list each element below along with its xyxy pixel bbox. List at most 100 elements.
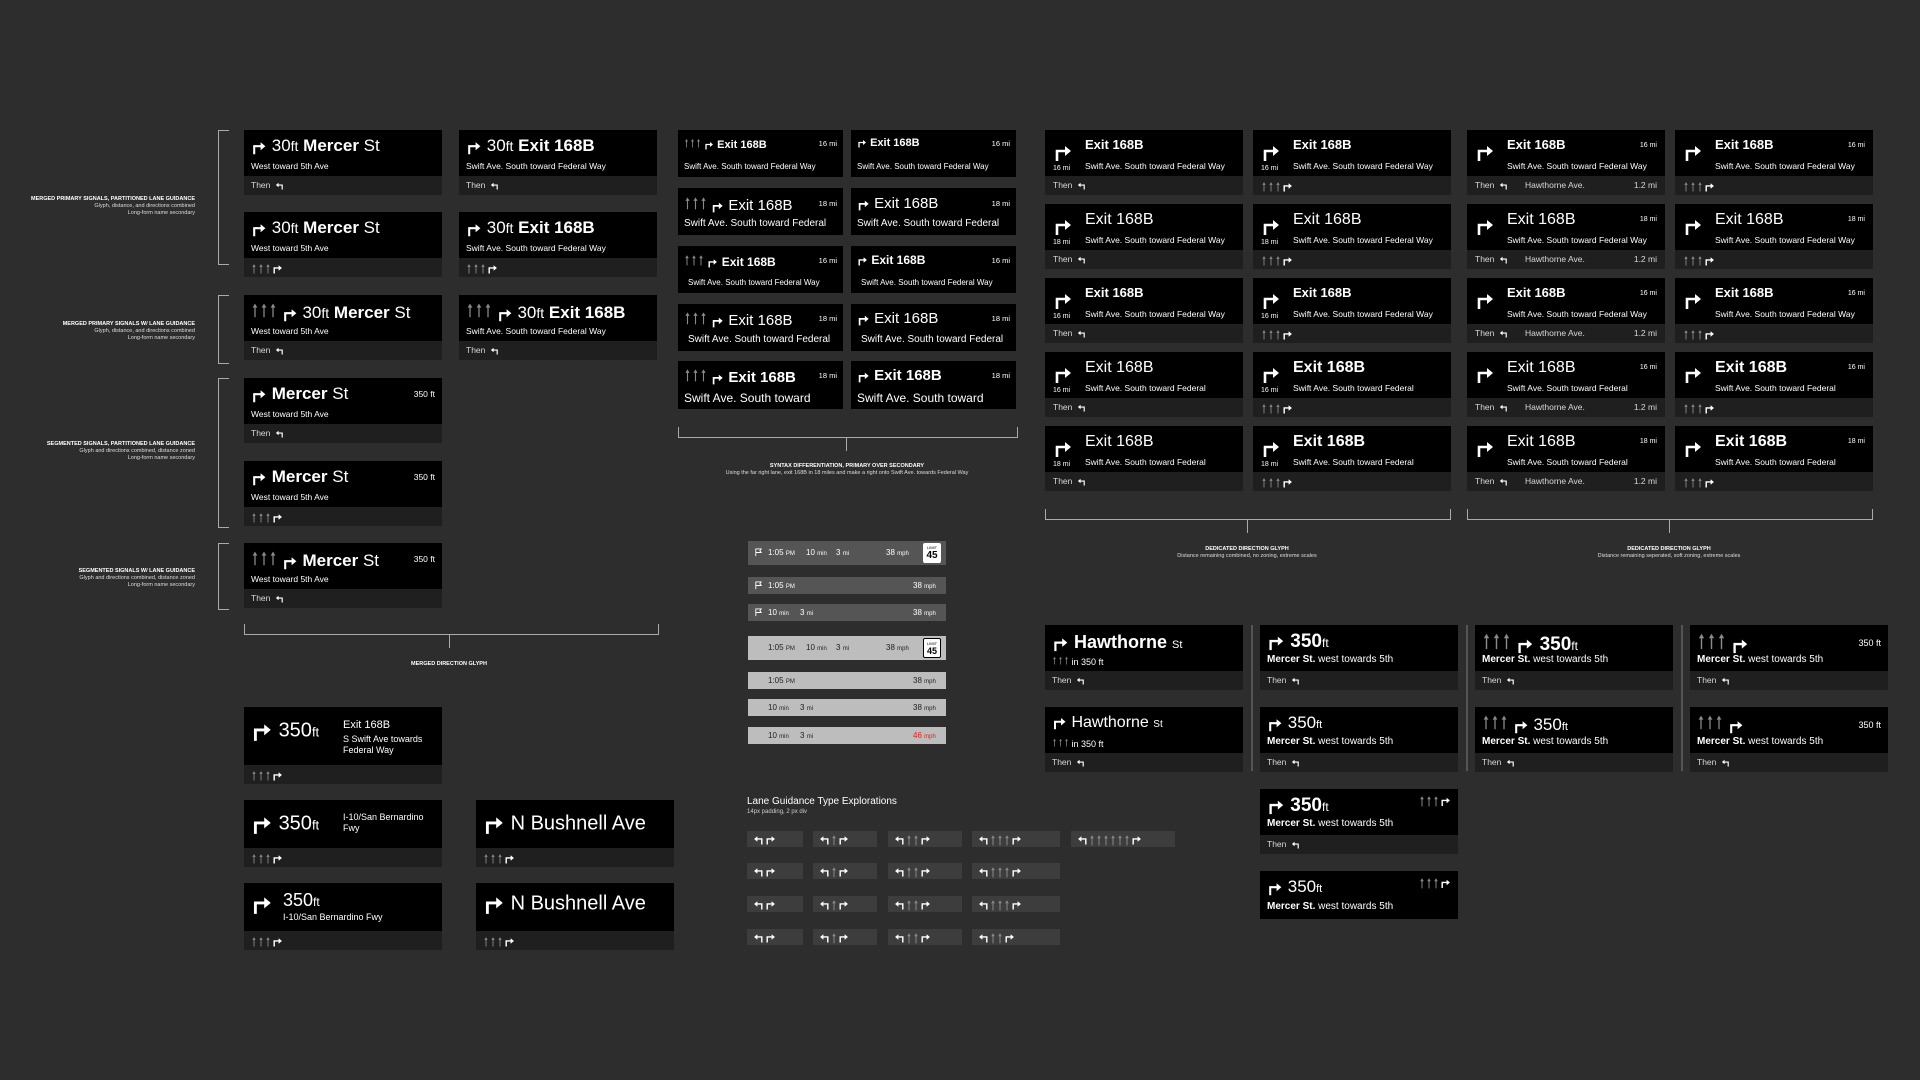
- nav-card[interactable]: 30ft Mercer St West toward 5th Ave: [244, 130, 442, 176]
- nav-card[interactable]: Mercer St 350 ft West toward 5th Ave: [244, 461, 442, 507]
- turn-right-icon: [857, 255, 868, 266]
- nav-card[interactable]: 30ft Exit 168B Swift Ave. South toward F…: [459, 130, 657, 176]
- lane-guidance: [1261, 403, 1293, 414]
- lane-strip: [459, 258, 657, 277]
- nav-card[interactable]: Mercer St 350 ft West toward 5th Ave: [244, 543, 442, 589]
- turn-left-icon: [1291, 840, 1300, 849]
- nav-card[interactable]: Exit 168B 16 mi Swift Ave. South toward Fe…: [1675, 352, 1873, 398]
- then-strip: Then: [1045, 176, 1243, 195]
- nav-card[interactable]: 30ft Exit 168B Swift Ave. South toward F…: [459, 212, 657, 258]
- nav-card[interactable]: 16 mi Exit 168B Swift Ave. South toward Fe…: [1045, 352, 1243, 398]
- bracket-tick: [1669, 519, 1670, 533]
- nav-card[interactable]: Exit 168B 18 mi Swift Ave. South toward Fe…: [1675, 426, 1873, 472]
- turn-right-icon: [1053, 290, 1073, 314]
- nav-card[interactable]: Exit 168B 18 mi Swift Ave. South toward: [851, 361, 1016, 409]
- nav-card[interactable]: Exit 168B 16 mi Swift Ave. South toward …: [851, 246, 1016, 293]
- nav-card[interactable]: Exit 168B 18 mi Swift Ave. South toward: [678, 361, 843, 409]
- lane-exploration: [888, 896, 962, 912]
- nav-card[interactable]: Exit 168B 16 mi Swift Ave. South toward Fe…: [1467, 130, 1665, 176]
- turn-left-icon: [275, 429, 284, 438]
- nav-card[interactable]: Mercer St 350 ft West toward 5th Ave: [244, 378, 442, 424]
- then-strip: Then: [1690, 753, 1888, 772]
- nav-card[interactable]: 30ft Exit 168B Swift Ave. South toward F…: [459, 295, 657, 341]
- turn-right-icon: [282, 554, 298, 570]
- turn-right-icon: [1475, 364, 1495, 388]
- nav-card[interactable]: 350ft Mercer St. west towards 5th: [1260, 707, 1458, 753]
- turn-right-icon: [251, 221, 267, 237]
- nav-card[interactable]: 16 mi Exit 168B Swift Ave. South toward Fe…: [1045, 278, 1243, 324]
- nav-card[interactable]: Exit 168B 16 mi Swift Ave. South toward Fe…: [1467, 352, 1665, 398]
- nav-card[interactable]: Exit 168B 16 mi Swift Ave. South toward Fe…: [1675, 278, 1873, 324]
- turn-right-icon: [1475, 216, 1495, 240]
- then-strip: Then: [1045, 753, 1243, 772]
- nav-card[interactable]: Exit 168B 18 mi Swift Ave. South toward …: [678, 304, 843, 351]
- nav-card[interactable]: Exit 168B 16 mi Swift Ave. South toward Fe…: [1675, 130, 1873, 176]
- lane-exploration: [813, 929, 877, 945]
- nav-card[interactable]: 18 mi Exit 168B Swift Ave. South toward Fe…: [1253, 204, 1451, 250]
- nav-card[interactable]: 350 ft Mercer St. west towards 5th: [1690, 707, 1888, 753]
- nav-card[interactable]: 30ft Mercer St West toward 5th Ave: [244, 212, 442, 258]
- lane-exploration: [972, 863, 1060, 879]
- trip-bar: 1:05 PM 10 min 3 mi 38 mph LIMIT 45: [748, 636, 946, 660]
- turn-right-icon: [707, 257, 718, 268]
- then-strip: Then: [1260, 835, 1458, 854]
- nav-card[interactable]: 16 mi Exit 168B Swift Ave. South toward Fe…: [1253, 352, 1451, 398]
- nav-card[interactable]: 350ft Mercer St. west towards 5th: [1260, 871, 1458, 919]
- bracket: [218, 295, 229, 364]
- lane-guidance: [1683, 477, 1715, 488]
- nav-card[interactable]: 18 mi Exit 168B Swift Ave. South toward Fe…: [1253, 426, 1451, 472]
- nav-card[interactable]: 16 mi Exit 168B Swift Ave. South toward Fe…: [1045, 130, 1243, 176]
- nav-card[interactable]: Exit 168B 16 mi Swift Ave. South toward …: [678, 130, 843, 177]
- lane-exploration: [972, 896, 1060, 912]
- turn-left-icon: [275, 594, 284, 603]
- lane-strip: [1253, 472, 1451, 491]
- lane-exploration: [813, 896, 877, 912]
- trip-bar: 10 min 3 mi 38 mph: [748, 699, 946, 716]
- nav-card[interactable]: Exit 168B 16 mi Swift Ave. South toward …: [678, 246, 843, 293]
- turn-left-icon: [1721, 758, 1730, 767]
- nav-card[interactable]: Exit 168B 18 mi Swift Ave. South toward Fe…: [1467, 426, 1665, 472]
- lane-guidance: [1419, 795, 1451, 807]
- lane-guidance: [1261, 181, 1293, 192]
- lane-strip: [1675, 398, 1873, 417]
- nav-card[interactable]: Exit 168B 18 mi Swift Ave. South toward …: [678, 188, 843, 235]
- nav-card[interactable]: Exit 168B 18 mi Swift Ave. South toward Fe…: [1675, 204, 1873, 250]
- turn-left-icon: [1499, 477, 1508, 486]
- nav-card[interactable]: 350ft I-10/San Bernardino Fwy: [244, 800, 442, 848]
- then-strip: Then Hawthorne Ave. 1.2 mi: [1467, 398, 1665, 417]
- turn-left-icon: [1499, 329, 1508, 338]
- nav-card[interactable]: Exit 168B 16 mi Swift Ave. South toward Fe…: [1467, 278, 1665, 324]
- nav-card[interactable]: 350ft I-10/San Bernardino Fwy: [244, 883, 442, 931]
- divider: [1251, 625, 1253, 771]
- nav-card[interactable]: Exit 168B 18 mi Swift Ave. South toward …: [851, 188, 1016, 235]
- nav-card[interactable]: 350ft Mercer St. west towards 5th: [1260, 625, 1458, 671]
- nav-card[interactable]: 350ft Mercer St. west towards 5th: [1475, 707, 1673, 753]
- nav-card[interactable]: Exit 168B 18 mi Swift Ave. South toward Fe…: [1467, 204, 1665, 250]
- trip-bar: 1:05 PM 38 mph: [748, 672, 946, 689]
- lane-guidance: [1683, 329, 1715, 340]
- turn-left-icon: [1721, 676, 1730, 685]
- nav-card[interactable]: 16 mi Exit 168B Swift Ave. South toward Fe…: [1253, 130, 1451, 176]
- turn-right-icon: [1052, 635, 1069, 652]
- flag-icon: [754, 608, 763, 617]
- trip-bar: 1:05 PM 10 min 3 mi 38 mph LIMIT 45: [748, 541, 946, 565]
- nav-card[interactable]: N Bushnell Ave: [476, 800, 674, 848]
- then-strip: Then: [1260, 753, 1458, 772]
- nav-card[interactable]: 350ft Exit 168B S Swift Ave towards Fede…: [244, 707, 442, 765]
- nav-card[interactable]: 16 mi Exit 168B Swift Ave. South toward Fe…: [1253, 278, 1451, 324]
- nav-card[interactable]: N Bushnell Ave: [476, 883, 674, 931]
- nav-card[interactable]: 30ft Mercer St West toward 5th Ave: [244, 295, 442, 341]
- lane-strip: [244, 258, 442, 277]
- nav-card[interactable]: 18 mi Exit 168B Swift Ave. South toward Fe…: [1045, 426, 1243, 472]
- nav-card[interactable]: 350 ft Mercer St. west towards 5th: [1690, 625, 1888, 671]
- nav-card[interactable]: Exit 168B 16 mi Swift Ave. South toward …: [851, 130, 1016, 177]
- nav-card[interactable]: 350ft Mercer St. west towards 5th: [1475, 625, 1673, 671]
- nav-card[interactable]: 350ft Mercer St. west towards 5th: [1260, 789, 1458, 835]
- nav-card[interactable]: Exit 168B 18 mi Swift Ave. South toward …: [851, 304, 1016, 351]
- nav-card[interactable]: Hawthorne St in 350 ft: [1045, 625, 1243, 671]
- then-strip: Then: [244, 424, 442, 443]
- nav-card[interactable]: 18 mi Exit 168B Swift Ave. South toward Fe…: [1045, 204, 1243, 250]
- turn-left-icon: [1077, 181, 1086, 190]
- turn-right-icon: [251, 720, 273, 742]
- nav-card[interactable]: Hawthorne St in 350 ft: [1045, 707, 1243, 753]
